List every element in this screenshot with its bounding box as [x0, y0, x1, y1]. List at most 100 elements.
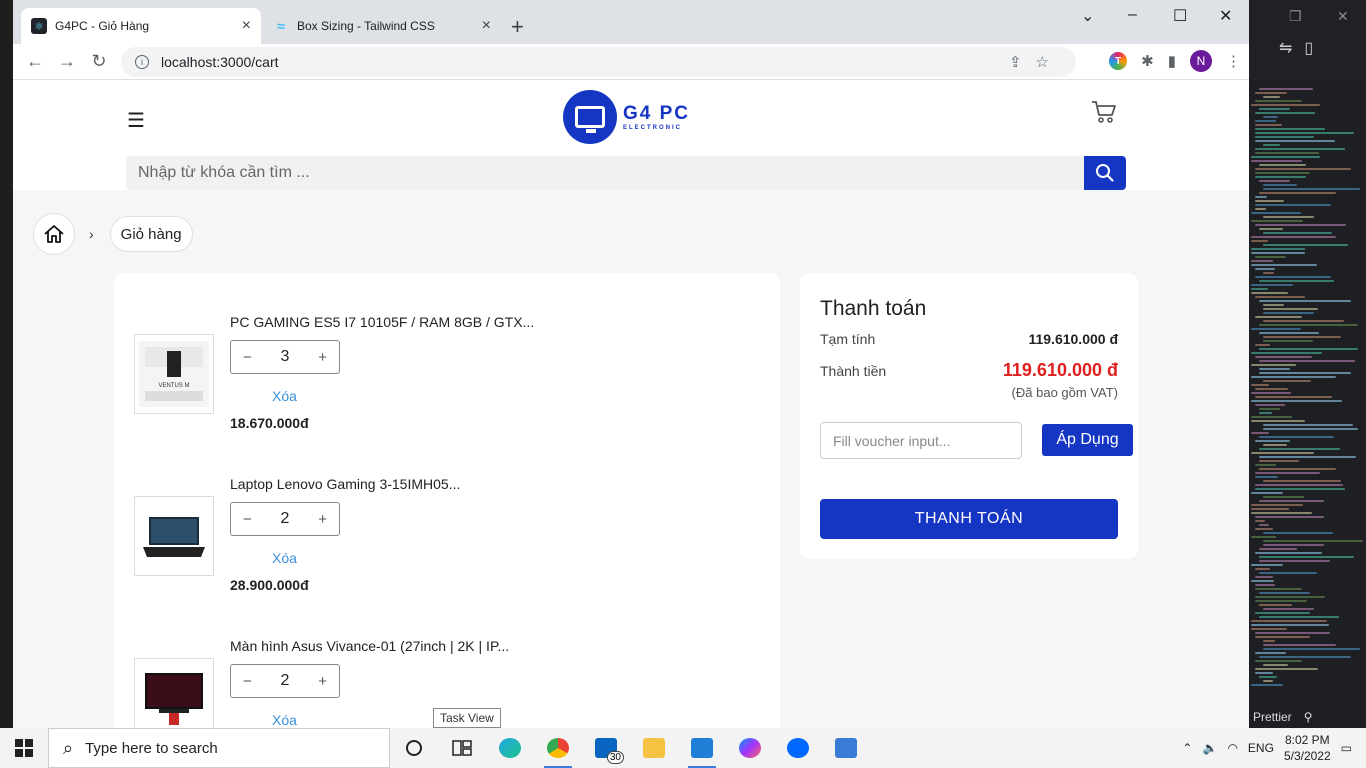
zalo-icon[interactable]: [774, 728, 822, 768]
editor-toolbar-icons: ⇋▯: [1279, 40, 1326, 57]
minimize-button[interactable]: –: [1128, 6, 1137, 24]
search-bar: [126, 156, 1126, 190]
payment-panel: Thanh toán Tạm tính 119.610.000 đ Thành …: [800, 273, 1138, 559]
tab-tailwind[interactable]: ≈ Box Sizing - Tailwind CSS ×: [263, 8, 501, 44]
search-button[interactable]: [1084, 156, 1126, 190]
product-name[interactable]: Laptop Lenovo Gaming 3-15IMH05...: [230, 476, 460, 492]
taskbar-search[interactable]: ⌕ Type here to search: [48, 728, 390, 768]
increase-button[interactable]: +: [318, 511, 327, 528]
share-and-bookmark-icons[interactable]: ⇪☆: [1009, 53, 1063, 71]
increase-button[interactable]: +: [318, 349, 327, 366]
close-window-button[interactable]: ✕: [1219, 6, 1232, 26]
quantity-stepper: − 2 +: [230, 502, 340, 536]
product-name[interactable]: PC GAMING ES5 I7 10105F / RAM 8GB / GTX.…: [230, 314, 534, 330]
edge-icon[interactable]: [486, 728, 534, 768]
remove-link[interactable]: Xóa: [272, 388, 297, 404]
quantity-value: 2: [280, 672, 290, 689]
product-price: 28.900.000đ: [230, 577, 309, 593]
new-tab-button[interactable]: +: [511, 14, 524, 40]
increase-button[interactable]: +: [318, 673, 327, 690]
tab-search-chevron-icon[interactable]: ⌄: [1081, 6, 1094, 26]
mail-icon[interactable]: 30: [582, 728, 630, 768]
start-button[interactable]: [0, 728, 48, 768]
prettier-status[interactable]: Prettier: [1253, 710, 1292, 724]
url-text: localhost:3000/cart: [161, 54, 279, 70]
vscode-icon[interactable]: [678, 728, 726, 768]
cortana-icon[interactable]: [390, 728, 438, 768]
wifi-icon[interactable]: ◠: [1227, 741, 1237, 755]
tab-cart[interactable]: ⚛ G4PC - Giỏ Hàng ×: [21, 8, 261, 44]
chevron-up-icon[interactable]: ⌃: [1182, 741, 1192, 755]
extensions-puzzle-icon[interactable]: ✱: [1141, 52, 1154, 70]
cart-items-panel: VENTUS M PC GAMING ES5 I7 10105F / RAM 8…: [114, 273, 780, 728]
decrease-button[interactable]: −: [243, 673, 252, 690]
task-view-icon[interactable]: [438, 728, 486, 768]
background-editor-window: ❐ ✕ ⇋▯ Prettier ⚲: [1249, 0, 1366, 728]
product-name[interactable]: Màn hình Asus Vivance-01 (27inch | 2K | …: [230, 638, 509, 654]
messenger-icon[interactable]: [726, 728, 774, 768]
remove-link[interactable]: Xóa: [272, 550, 297, 566]
address-bar[interactable]: i localhost:3000/cart: [121, 47, 1076, 77]
chrome-icon[interactable]: [534, 728, 582, 768]
back-arrow-icon[interactable]: ←: [19, 51, 51, 72]
logo-name: G4 PC: [623, 103, 691, 124]
quantity-stepper: − 3 +: [230, 340, 340, 374]
extension-t-icon[interactable]: T: [1109, 52, 1128, 70]
total-value: 119.610.000 đ: [1002, 360, 1118, 380]
restore-icon[interactable]: ❐: [1289, 8, 1302, 25]
home-button[interactable]: [33, 213, 75, 255]
subtotal-value: 119.610.000 đ: [1028, 331, 1118, 347]
search-icon: ⌕: [63, 737, 74, 758]
windows-logo-icon: [15, 739, 33, 757]
search-input[interactable]: [126, 156, 1084, 190]
subtotal-label: Tạm tính: [820, 331, 876, 347]
browser-window: ⚛ G4PC - Giỏ Hàng × ≈ Box Sizing - Tailw…: [13, 0, 1249, 728]
logo-monitor-icon: [563, 90, 617, 144]
photos-icon[interactable]: [822, 728, 870, 768]
file-explorer-icon[interactable]: [630, 728, 678, 768]
side-panel-icon[interactable]: ▮: [1168, 52, 1176, 70]
svg-text:VENTUS M: VENTUS M: [158, 383, 189, 389]
tailwind-favicon-icon: ≈: [277, 18, 285, 34]
profile-avatar[interactable]: N: [1190, 50, 1212, 72]
site-logo[interactable]: G4 PC ELECTRONIC: [563, 90, 690, 144]
tab-title: G4PC - Giỏ Hàng: [55, 19, 150, 33]
close-icon[interactable]: ✕: [1337, 8, 1349, 25]
tab-close-icon[interactable]: ×: [242, 17, 251, 35]
decrease-button[interactable]: −: [243, 511, 252, 528]
product-thumbnail[interactable]: VENTUS M: [134, 334, 214, 414]
clock[interactable]: 8:02 PM 5/3/2022: [1284, 732, 1331, 764]
maximize-button[interactable]: ☐: [1173, 6, 1187, 26]
taskbar-search-placeholder: Type here to search: [85, 739, 218, 757]
breadcrumb-current[interactable]: Giỏ hàng: [109, 216, 193, 252]
product-price: 18.670.000đ: [230, 415, 309, 431]
windows-taskbar: ⌕ Type here to search 30 ⌃ 🔈 ◠ ENG 8:02 …: [0, 728, 1366, 768]
volume-icon[interactable]: 🔈: [1202, 741, 1217, 755]
total-label: Thành tiền: [820, 363, 887, 379]
tab-strip: ⚛ G4PC - Giỏ Hàng × ≈ Box Sizing - Tailw…: [13, 0, 1249, 44]
voucher-input[interactable]: [820, 422, 1022, 459]
hamburger-menu-icon[interactable]: ☰: [127, 108, 145, 133]
notification-icon[interactable]: ▭: [1341, 741, 1352, 755]
site-info-icon[interactable]: i: [135, 55, 149, 69]
product-thumbnail[interactable]: [134, 496, 214, 576]
tab-title: Box Sizing - Tailwind CSS: [297, 19, 435, 33]
mail-badge: 30: [606, 751, 624, 764]
checkout-button[interactable]: THANH TOÁN: [820, 499, 1118, 539]
forward-arrow-icon[interactable]: →: [51, 51, 83, 72]
clock-date: 5/3/2022: [1283, 749, 1331, 763]
browser-toolbar: ← → ↻ i localhost:3000/cart ⇪☆ T ✱ ▮ N ⋮: [13, 44, 1249, 80]
tab-close-icon[interactable]: ×: [482, 17, 491, 35]
breadcrumb: › Giỏ hàng: [33, 213, 193, 255]
cart-icon[interactable]: [1091, 100, 1117, 129]
apply-voucher-button[interactable]: Áp Dụng: [1042, 424, 1133, 456]
menu-kebab-icon[interactable]: ⋮: [1226, 52, 1241, 70]
product-thumbnail[interactable]: [134, 658, 214, 728]
home-icon: [44, 225, 64, 243]
account-icon[interactable]: ⚲: [1304, 710, 1313, 724]
reload-icon[interactable]: ↻: [83, 51, 115, 72]
language-indicator[interactable]: ENG: [1248, 741, 1274, 755]
system-tray: ⌃ 🔈 ◠ ENG 8:02 PM 5/3/2022 ▭: [1182, 728, 1366, 768]
decrease-button[interactable]: −: [243, 349, 252, 366]
remove-link[interactable]: Xóa: [272, 712, 297, 728]
